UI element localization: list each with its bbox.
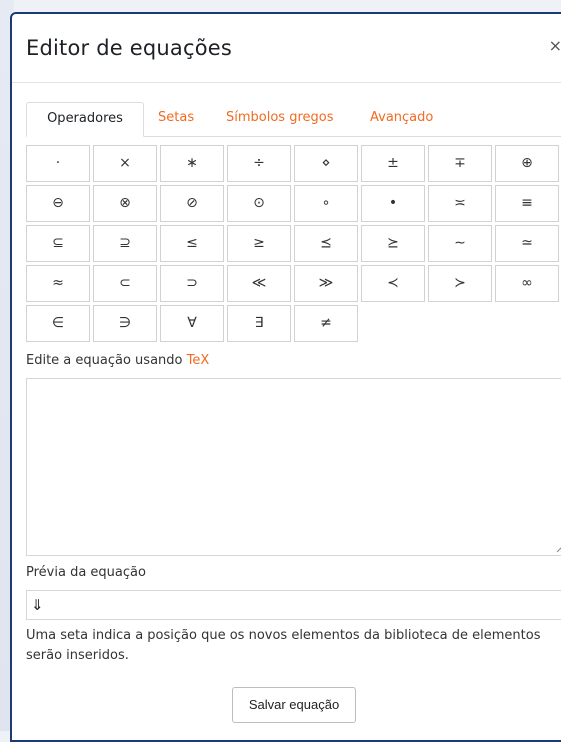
tab-setas[interactable]: Setas: [144, 102, 208, 136]
operator-button[interactable]: ∈: [26, 305, 90, 342]
operator-button[interactable]: ⊃: [160, 265, 224, 302]
operator-button[interactable]: ⊇: [93, 225, 157, 262]
operator-button[interactable]: ≺: [361, 265, 425, 302]
help-text: Uma seta indica a posição que os novos e…: [26, 628, 541, 663]
dialog-header: Editor de equações ×: [12, 14, 561, 83]
operator-button[interactable]: ⪯: [294, 225, 358, 262]
tab-bar: Operadores Setas Símbolos gregos Avançad…: [26, 102, 561, 137]
tex-link[interactable]: TeX: [187, 353, 210, 368]
operator-button[interactable]: ⊘: [160, 185, 224, 222]
operator-button[interactable]: ≠: [294, 305, 358, 342]
operator-button[interactable]: ÷: [227, 145, 291, 182]
equation-preview: ⇓: [26, 590, 561, 620]
operator-button[interactable]: ⊗: [93, 185, 157, 222]
operator-button[interactable]: ⊂: [93, 265, 157, 302]
operator-button[interactable]: ≫: [294, 265, 358, 302]
equation-textarea[interactable]: [26, 378, 561, 556]
editor-label: Edite a equação usando TeX: [26, 353, 209, 368]
operator-button[interactable]: ⊕: [495, 145, 559, 182]
tab-operadores[interactable]: Operadores: [26, 102, 144, 137]
close-icon[interactable]: ×: [549, 36, 561, 55]
preview-label: Prévia da equação: [26, 565, 146, 580]
operator-button[interactable]: ×: [93, 145, 157, 182]
operator-button[interactable]: ∃: [227, 305, 291, 342]
operator-button[interactable]: ≃: [495, 225, 559, 262]
operator-button[interactable]: ⊖: [26, 185, 90, 222]
operator-button[interactable]: ∼: [428, 225, 492, 262]
operator-button[interactable]: ⋄: [294, 145, 358, 182]
operator-button[interactable]: •: [361, 185, 425, 222]
editor-label-text: Edite a equação usando: [26, 353, 187, 368]
tab-simbolos-gregos[interactable]: Símbolos gregos: [212, 102, 348, 136]
operator-button[interactable]: ≻: [428, 265, 492, 302]
tab-avancado[interactable]: Avançado: [356, 102, 447, 136]
save-equation-button[interactable]: Salvar equação: [232, 687, 356, 723]
operator-button[interactable]: ∓: [428, 145, 492, 182]
operator-button[interactable]: ∋: [93, 305, 157, 342]
equation-editor-dialog: Editor de equações × Operadores Setas Sí…: [10, 12, 561, 742]
resize-handle-icon[interactable]: [555, 543, 561, 553]
operator-button[interactable]: ⪰: [361, 225, 425, 262]
operator-button[interactable]: ±: [361, 145, 425, 182]
operator-button[interactable]: ≍: [428, 185, 492, 222]
operator-button[interactable]: ∘: [294, 185, 358, 222]
operator-button[interactable]: ≡: [495, 185, 559, 222]
operator-button[interactable]: ≤: [160, 225, 224, 262]
operator-button[interactable]: ≥: [227, 225, 291, 262]
operator-button[interactable]: ≪: [227, 265, 291, 302]
operator-button[interactable]: ∀: [160, 305, 224, 342]
operator-button[interactable]: ∗: [160, 145, 224, 182]
operator-button[interactable]: ⊆: [26, 225, 90, 262]
operator-button[interactable]: ⊙: [227, 185, 291, 222]
operator-button[interactable]: ≈: [26, 265, 90, 302]
dialog-title: Editor de equações: [26, 36, 233, 60]
operator-button[interactable]: ·: [26, 145, 90, 182]
operator-button[interactable]: ∞: [495, 265, 559, 302]
